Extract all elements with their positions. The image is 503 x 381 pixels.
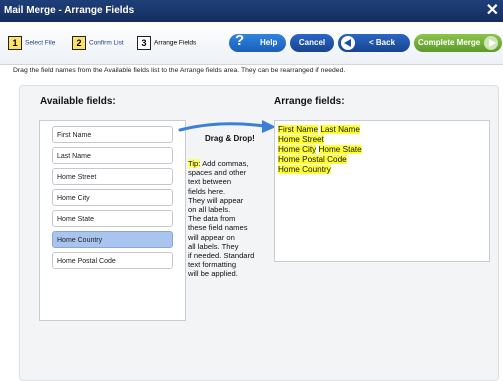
tip-line: these field names bbox=[188, 223, 248, 233]
tip-line: if needed. Standard bbox=[188, 251, 255, 261]
arranged-field-last-name[interactable]: Last Name bbox=[320, 125, 360, 134]
tip-line: all labels. They bbox=[188, 241, 239, 251]
tip-line: will appear on bbox=[188, 232, 235, 242]
step-number: 2 bbox=[72, 36, 86, 50]
step-label: Confirm List bbox=[89, 39, 124, 47]
tip-label: Tip: bbox=[188, 159, 201, 168]
arranged-field-home-street[interactable]: Home Street bbox=[278, 135, 324, 144]
drag-drop-title: Drag & Drop! bbox=[205, 134, 255, 143]
step-label: Select File bbox=[25, 39, 56, 47]
field-home-state[interactable]: Home State bbox=[52, 210, 173, 227]
available-fields-heading: Available fields: bbox=[40, 96, 116, 107]
arranged-field-first-name[interactable]: First Name bbox=[278, 125, 319, 134]
step-select-file[interactable]: 1 Select File bbox=[8, 36, 55, 50]
tip-line: The data from bbox=[188, 214, 236, 224]
step-number: 1 bbox=[8, 36, 22, 50]
tip-line: will be applied. bbox=[188, 269, 238, 279]
help-button[interactable]: ? Help bbox=[229, 32, 286, 52]
forward-arrow-icon bbox=[484, 36, 498, 50]
tip-line: text between bbox=[188, 177, 232, 187]
tip-line: They will appear bbox=[188, 195, 244, 205]
arranged-field-home-country[interactable]: Home Country bbox=[278, 165, 331, 174]
title-bar: Mail Merge - Arrange Fields ✕ bbox=[0, 0, 503, 22]
tip-line: spaces and other bbox=[188, 168, 247, 178]
step-number: 3 bbox=[137, 36, 151, 50]
instructions-text: Drag the field names from the Available … bbox=[13, 67, 346, 74]
window-title: Mail Merge - Arrange Fields bbox=[4, 5, 135, 16]
complete-merge-button[interactable]: Complete Merge bbox=[414, 34, 502, 52]
arrange-fields-heading: Arrange fields: bbox=[274, 96, 345, 107]
help-icon: ? bbox=[235, 32, 245, 49]
field-last-name[interactable]: Last Name bbox=[52, 147, 173, 164]
tip-line: on all labels. bbox=[188, 205, 231, 215]
close-icon[interactable]: ✕ bbox=[486, 2, 499, 20]
back-label: < Back bbox=[369, 38, 396, 47]
help-label: Help bbox=[260, 38, 278, 47]
tip-line: fields here. bbox=[188, 186, 226, 196]
cancel-button[interactable]: Cancel bbox=[290, 34, 334, 52]
step-label: Arrange Fields bbox=[154, 39, 197, 47]
arranged-field-home-state[interactable]: Home State bbox=[318, 145, 362, 154]
arrange-fields-content: First Name Last Name Home Street Home Ci… bbox=[278, 125, 362, 175]
field-home-postal-code[interactable]: Home Postal Code bbox=[52, 252, 173, 269]
step-confirm-list[interactable]: 2 Confirm List bbox=[72, 36, 124, 50]
field-home-city[interactable]: Home City bbox=[52, 189, 173, 206]
arranged-field-home-postal-code[interactable]: Home Postal Code bbox=[278, 155, 347, 164]
complete-merge-label: Complete Merge bbox=[418, 38, 481, 47]
field-home-street[interactable]: Home Street bbox=[52, 168, 173, 185]
back-button[interactable]: < Back bbox=[338, 34, 410, 52]
tip-line: text formatting bbox=[188, 260, 237, 270]
step-arrange-fields[interactable]: 3 Arrange Fields bbox=[137, 36, 196, 50]
wizard-toolbar: 1 Select File 2 Confirm List 3 Arrange Fiel… bbox=[0, 22, 503, 65]
tip-text: Tip: Add commas, spaces and other text bet… bbox=[188, 159, 274, 279]
back-arrow-icon bbox=[341, 36, 355, 50]
field-first-name[interactable]: First Name bbox=[52, 126, 173, 143]
field-home-country[interactable]: Home Country bbox=[52, 231, 173, 248]
tip-line: Add commas, bbox=[200, 159, 249, 168]
arranged-field-home-city[interactable]: Home City bbox=[278, 145, 317, 154]
